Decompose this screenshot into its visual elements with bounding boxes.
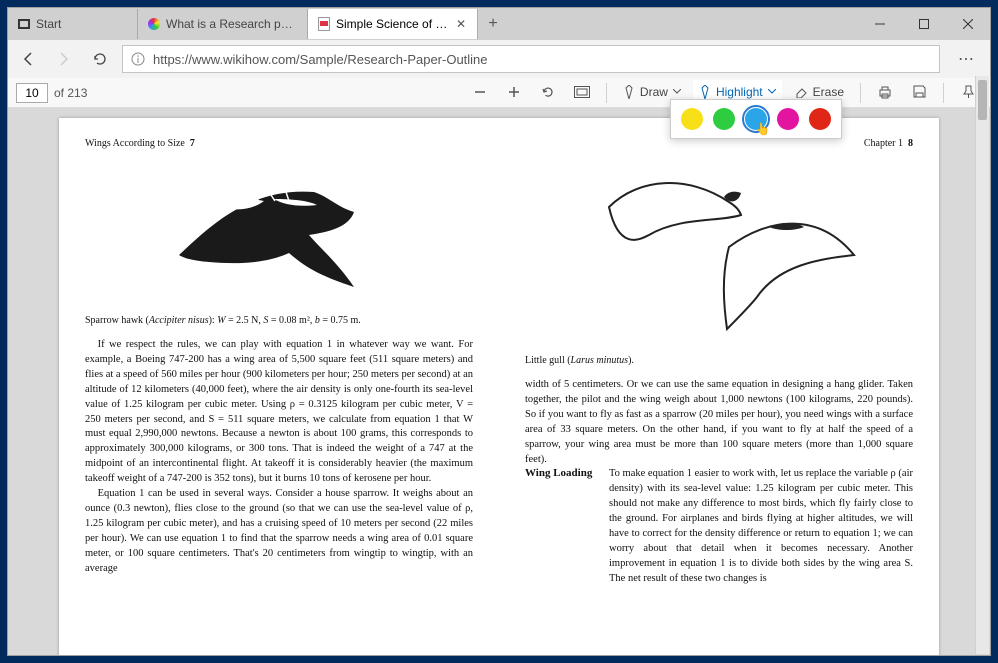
body-right-2: To make equation 1 easier to work with, … <box>609 467 913 586</box>
fit-page-button[interactable] <box>568 80 596 106</box>
color-red[interactable] <box>809 108 831 130</box>
pdf-icon <box>318 17 330 31</box>
window-controls <box>858 9 990 39</box>
page-right: Chapter 1 8 Little gull (Larus minutus).… <box>499 118 939 655</box>
zoom-out-button[interactable] <box>466 80 494 106</box>
highlighter-icon <box>699 85 711 99</box>
chevron-down-icon <box>673 89 681 94</box>
back-button[interactable] <box>14 45 42 73</box>
erase-label: Erase <box>813 85 844 99</box>
cursor-icon: 👆 <box>755 122 770 136</box>
save-button[interactable] <box>905 80 933 106</box>
page-total: of 213 <box>54 86 87 100</box>
tab-research[interactable]: What is a Research paper? <box>138 9 308 39</box>
minimize-button[interactable] <box>858 9 902 39</box>
color-green[interactable] <box>713 108 735 130</box>
figure-hawk <box>85 157 473 307</box>
figure-gull <box>525 157 913 347</box>
more-menu-button[interactable]: ⋯ <box>948 49 984 69</box>
body-right-1: width of 5 centimeters. Or we can use th… <box>525 378 913 467</box>
color-magenta[interactable] <box>777 108 799 130</box>
page-number-input[interactable] <box>16 83 48 103</box>
new-tab-button[interactable]: + <box>478 15 508 33</box>
document-viewer[interactable]: Wings According to Size 7 Sparrow ha <box>8 108 990 655</box>
pdf-toolbar: of 213 Draw Highlight Erase <box>8 78 990 108</box>
vertical-scrollbar[interactable] <box>975 76 989 654</box>
eraser-icon <box>794 86 808 98</box>
caption-gull: Little gull (Larus minutus). <box>525 355 913 366</box>
favicon-icon <box>148 18 160 30</box>
refresh-button[interactable] <box>86 45 114 73</box>
forward-button <box>50 45 78 73</box>
zoom-in-button[interactable] <box>500 80 528 106</box>
tab-strip: Start What is a Research paper? Simple S… <box>8 8 990 40</box>
running-head-right: Chapter 1 8 <box>525 138 913 149</box>
color-yellow[interactable] <box>681 108 703 130</box>
caption-hawk: Sparrow hawk (Accipiter nisus): W = 2.5 … <box>85 315 473 326</box>
pen-icon <box>623 85 635 99</box>
maximize-button[interactable] <box>902 9 946 39</box>
running-head-left: Wings According to Size 7 <box>85 138 473 149</box>
address-bar: ⋯ <box>8 40 990 78</box>
tab-start[interactable]: Start <box>8 9 138 39</box>
body-left: If we respect the rules, we can play wit… <box>85 338 473 577</box>
tab-label: What is a Research paper? <box>166 17 297 31</box>
highlight-label: Highlight <box>716 85 763 99</box>
url-box[interactable] <box>122 45 940 73</box>
info-icon <box>131 52 145 66</box>
scroll-thumb[interactable] <box>978 80 987 120</box>
close-window-button[interactable] <box>946 9 990 39</box>
tab-pdf[interactable]: Simple Science of Flight ✕ <box>308 9 478 39</box>
chevron-down-icon <box>768 89 776 94</box>
page-left: Wings According to Size 7 Sparrow ha <box>59 118 499 655</box>
start-icon <box>18 19 30 29</box>
tab-label: Start <box>36 17 127 31</box>
draw-label: Draw <box>640 85 668 99</box>
section-heading: Wing Loading <box>525 467 597 586</box>
print-button[interactable] <box>871 80 899 106</box>
close-icon[interactable]: ✕ <box>455 17 467 31</box>
rotate-button[interactable] <box>534 80 562 106</box>
page-spread: Wings According to Size 7 Sparrow ha <box>59 118 939 655</box>
color-blue[interactable]: 👆 <box>745 108 767 130</box>
highlight-color-popup: 👆 <box>670 99 842 139</box>
url-input[interactable] <box>153 52 931 67</box>
tab-label: Simple Science of Flight <box>336 17 449 31</box>
